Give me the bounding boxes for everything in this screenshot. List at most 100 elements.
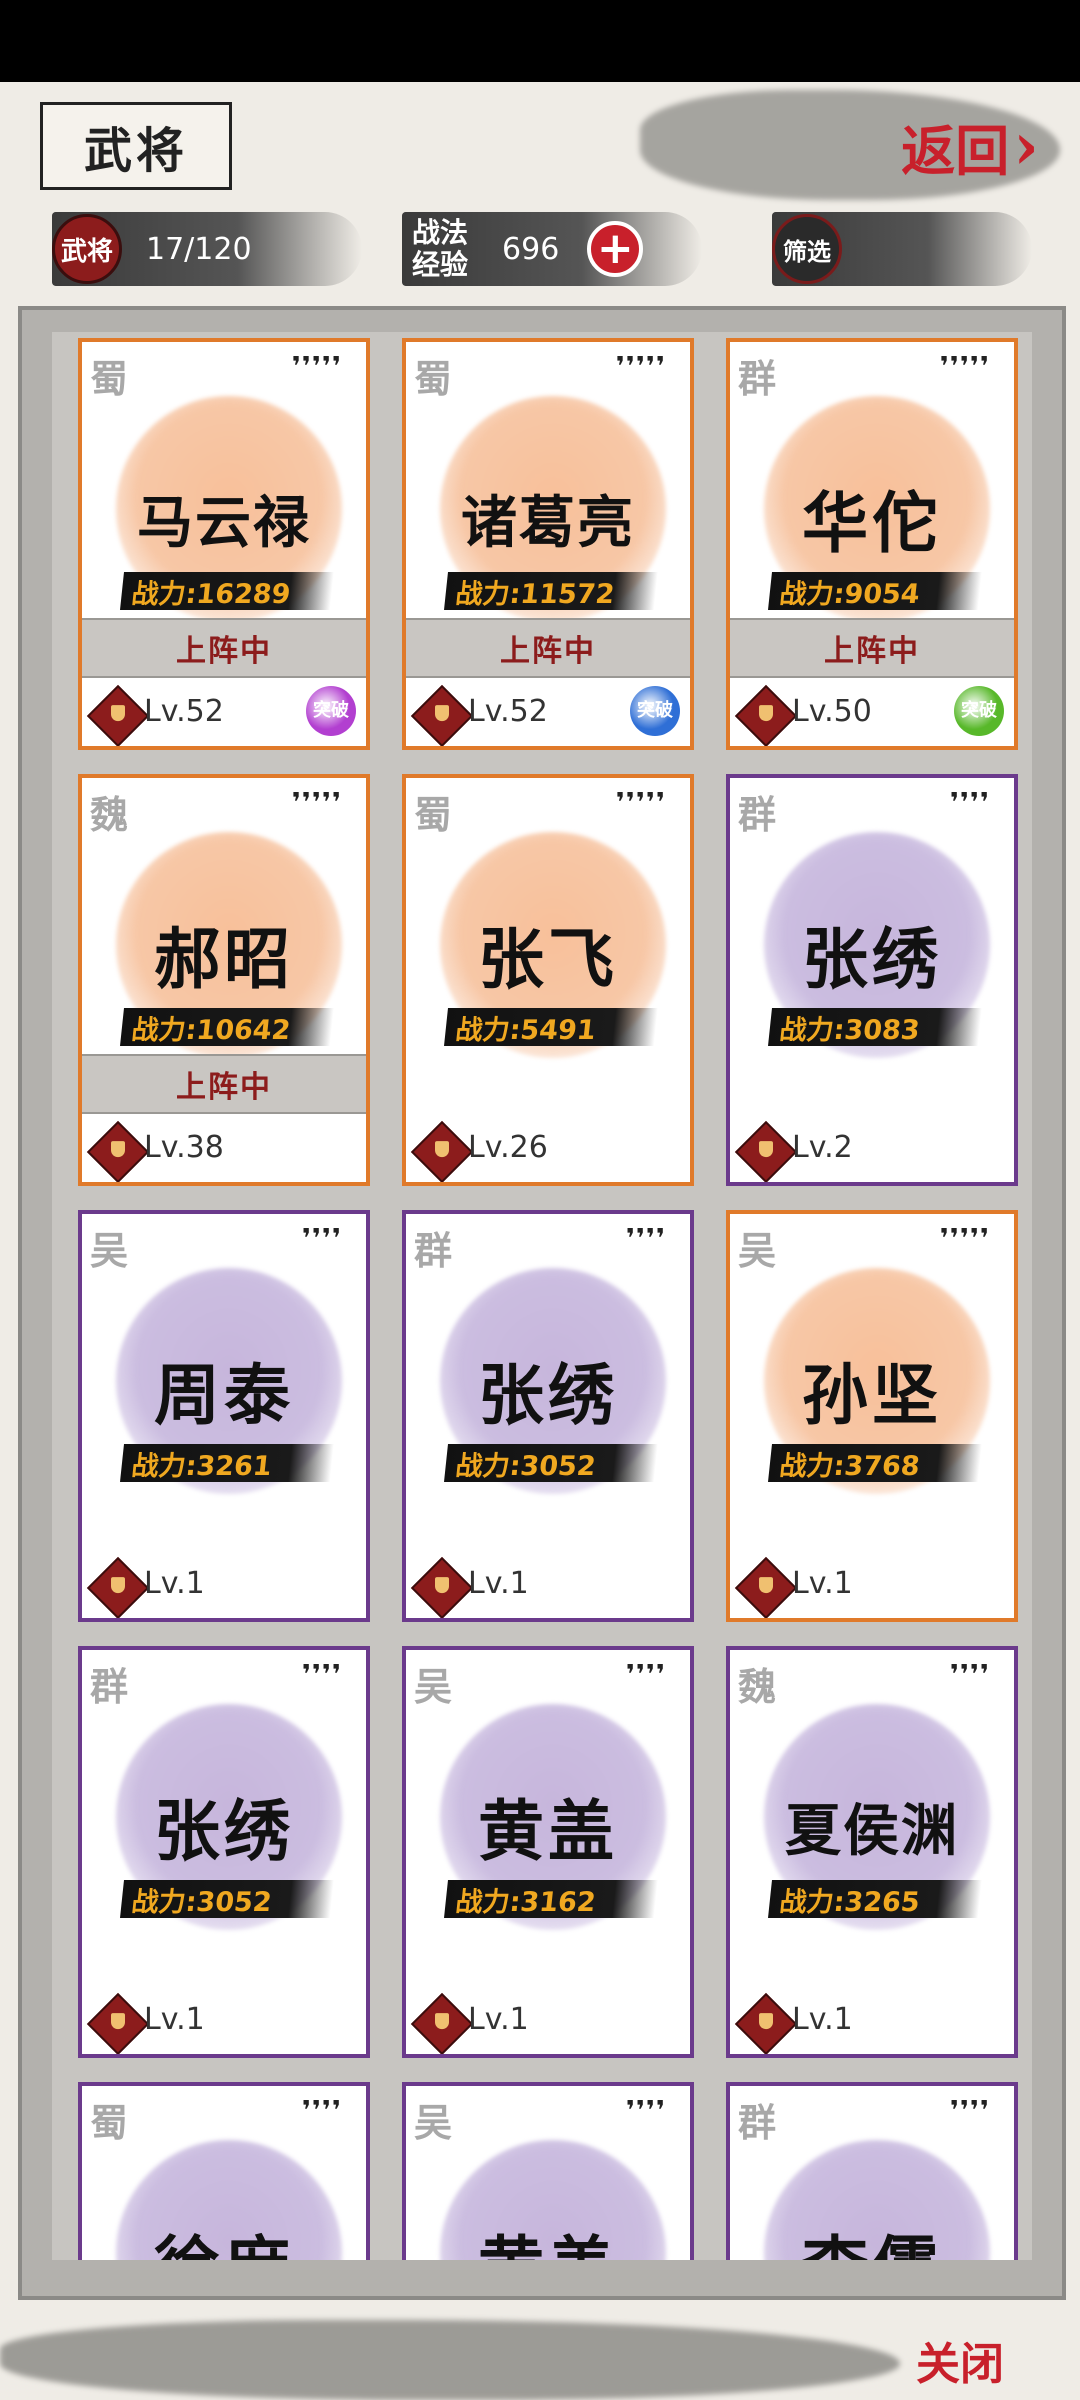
role-icon: [734, 1556, 798, 1618]
breakthrough-icon: 突破: [954, 686, 1004, 736]
back-button[interactable]: 返回 ›: [880, 104, 1060, 188]
ink-stroke-decoration: [0, 2320, 900, 2400]
kingdom-label: 蜀: [414, 356, 453, 401]
level-label: Lv.52: [144, 694, 224, 729]
combat-power: 战力:3052: [444, 1444, 658, 1482]
kingdom-label: 蜀: [414, 792, 453, 837]
role-icon: [734, 1120, 798, 1182]
kingdom-label: 群: [738, 356, 777, 401]
generals-count: 17/120: [146, 231, 252, 267]
star-rating: ❜❜❜❜: [625, 1224, 666, 1254]
general-card[interactable]: 蜀 ❜❜❜❜❜ 马云禄战力:16289 上阵中 Lv.52 突破: [78, 338, 370, 750]
combat-power: 战力:16289: [120, 572, 334, 610]
role-icon: [734, 1992, 798, 2054]
general-card[interactable]: 蜀 ❜❜❜❜❜ 张飞 战力:5491 Lv.26: [402, 774, 694, 1186]
star-rating: ❜❜❜❜: [625, 2096, 666, 2126]
kingdom-label: 魏: [90, 792, 129, 837]
kingdom-label: 蜀: [90, 2100, 129, 2145]
combat-power: 战力:9054: [768, 572, 982, 610]
combat-power: 战力:3083: [768, 1008, 982, 1046]
general-card[interactable]: 群 ❜❜❜❜ 张绣 战力:3083 Lv.2: [726, 774, 1018, 1186]
combat-power: 战力:5491: [444, 1008, 658, 1046]
general-card[interactable]: 吴 ❜❜❜❜ 周泰战力:3261 Lv.1: [78, 1210, 370, 1622]
general-name: 马云禄: [137, 490, 311, 556]
general-name: 孙坚: [802, 1356, 942, 1434]
general-name: 张绣: [478, 1356, 618, 1434]
role-icon: [734, 684, 798, 746]
filter-button[interactable]: 筛选: [772, 214, 842, 284]
kingdom-label: 群: [738, 792, 777, 837]
general-card[interactable]: 吴 ❜❜❜❜❜ 孙坚 战力:3768 Lv.1: [726, 1210, 1018, 1622]
general-card[interactable]: 吴 ❜❜❜❜ 黄盖 战力:3162 Lv.1: [402, 1646, 694, 2058]
deployed-badge: 上阵中: [406, 618, 690, 678]
role-icon: [410, 684, 474, 746]
level-label: Lv.1: [792, 2002, 853, 2037]
kingdom-label: 魏: [738, 1664, 777, 1709]
level-label: Lv.50: [792, 694, 872, 729]
close-button[interactable]: 关闭: [900, 2320, 1020, 2400]
general-card[interactable]: 群 ❜❜❜❜❜ 华佗 战力:9054 上阵中 Lv.50 突破: [726, 338, 1018, 750]
kingdom-label: 群: [738, 2100, 777, 2145]
level-label: Lv.38: [144, 1130, 224, 1165]
combat-power: 战力:11572: [444, 572, 658, 610]
role-icon: [410, 1556, 474, 1618]
general-card[interactable]: 吴 ❜❜❜❜ 黄盖: [402, 2082, 694, 2260]
level-label: Lv.52: [468, 694, 548, 729]
combat-power: 战力:10642: [120, 1008, 334, 1046]
generals-badge-icon: 武将: [52, 214, 122, 284]
star-rating: ❜❜❜❜❜: [939, 1224, 990, 1254]
level-label: Lv.2: [792, 1130, 853, 1165]
star-rating: ❜❜❜❜❜: [939, 352, 990, 382]
general-card[interactable]: 群 ❜❜❜❜ 李儒: [726, 2082, 1018, 2260]
star-rating: ❜❜❜❜: [301, 1224, 342, 1254]
level-label: Lv.1: [792, 1566, 853, 1601]
general-card[interactable]: 群 ❜❜❜❜ 张绣战力:3052 Lv.1: [78, 1646, 370, 2058]
chevron-right-icon: ›: [1013, 108, 1039, 184]
general-card[interactable]: 蜀 ❜❜❜❜❜ 诸葛亮 战力:11572 上阵中 Lv.52 突破: [402, 338, 694, 750]
general-card[interactable]: 蜀 ❜❜❜❜ 徐庶: [78, 2082, 370, 2260]
star-rating: ❜❜❜❜❜: [291, 352, 342, 382]
add-exp-button[interactable]: +: [587, 221, 644, 277]
star-rating: ❜❜❜❜❜: [291, 788, 342, 818]
star-rating: ❜❜❜❜❜: [615, 352, 666, 382]
tactic-exp-label-line1: 战法: [412, 216, 469, 249]
general-name: 黄盖: [478, 1792, 618, 1870]
combat-power: 战力:3052: [120, 1880, 334, 1918]
deployed-badge: 上阵中: [82, 618, 366, 678]
kingdom-label: 蜀: [90, 356, 129, 401]
level-label: Lv.1: [144, 1566, 205, 1601]
general-name: 黄盖: [406, 2214, 690, 2260]
star-rating: ❜❜❜❜: [949, 1660, 990, 1690]
breakthrough-icon: 突破: [306, 686, 356, 736]
combat-power: 战力:3261: [120, 1444, 334, 1482]
page-title: 武将: [40, 102, 232, 190]
general-card[interactable]: 魏 ❜❜❜❜❜ 郝昭 战力:10642 上阵中 Lv.38: [78, 774, 370, 1186]
general-name: 李儒: [730, 2214, 1014, 2260]
filter-bar[interactable]: 筛选: [772, 212, 1032, 286]
plus-icon: +: [596, 223, 634, 274]
back-label: 返回: [901, 118, 1010, 183]
kingdom-label: 吴: [90, 1228, 129, 1273]
general-card[interactable]: 魏 ❜❜❜❜ 夏侯渊 战力:3265 Lv.1: [726, 1646, 1018, 2058]
deployed-badge: 上阵中: [82, 1054, 366, 1114]
tactic-exp-label-line2: 经验: [412, 248, 469, 281]
star-rating: ❜❜❜❜: [301, 2096, 342, 2126]
generals-grid[interactable]: 蜀 ❜❜❜❜❜ 马云禄 战力:16289 上阵中 Lv.52 突破蜀 ❜❜❜❜❜ 诸葛亮 战力:1…: [52, 332, 1032, 2260]
general-name: 张绣: [154, 1792, 294, 1870]
general-name: 夏侯渊: [785, 1798, 959, 1864]
role-icon: [410, 1992, 474, 2054]
kingdom-label: 群: [414, 1228, 453, 1273]
star-rating: ❜❜❜❜: [301, 1660, 342, 1690]
star-rating: ❜❜❜❜❜: [615, 788, 666, 818]
general-name: 张飞: [478, 920, 618, 998]
general-name: 徐庶: [82, 2214, 366, 2260]
star-rating: ❜❜❜❜: [949, 788, 990, 818]
kingdom-label: 群: [90, 1664, 129, 1709]
level-label: Lv.1: [144, 2002, 205, 2037]
tactic-exp-bar: 战法 经验 696 +: [402, 212, 702, 286]
general-name: 周泰: [154, 1356, 294, 1434]
kingdom-label: 吴: [414, 1664, 453, 1709]
kingdom-label: 吴: [414, 2100, 453, 2145]
level-label: Lv.1: [468, 2002, 529, 2037]
general-card[interactable]: 群 ❜❜❜❜ 张绣 战力:3052 Lv.1: [402, 1210, 694, 1622]
